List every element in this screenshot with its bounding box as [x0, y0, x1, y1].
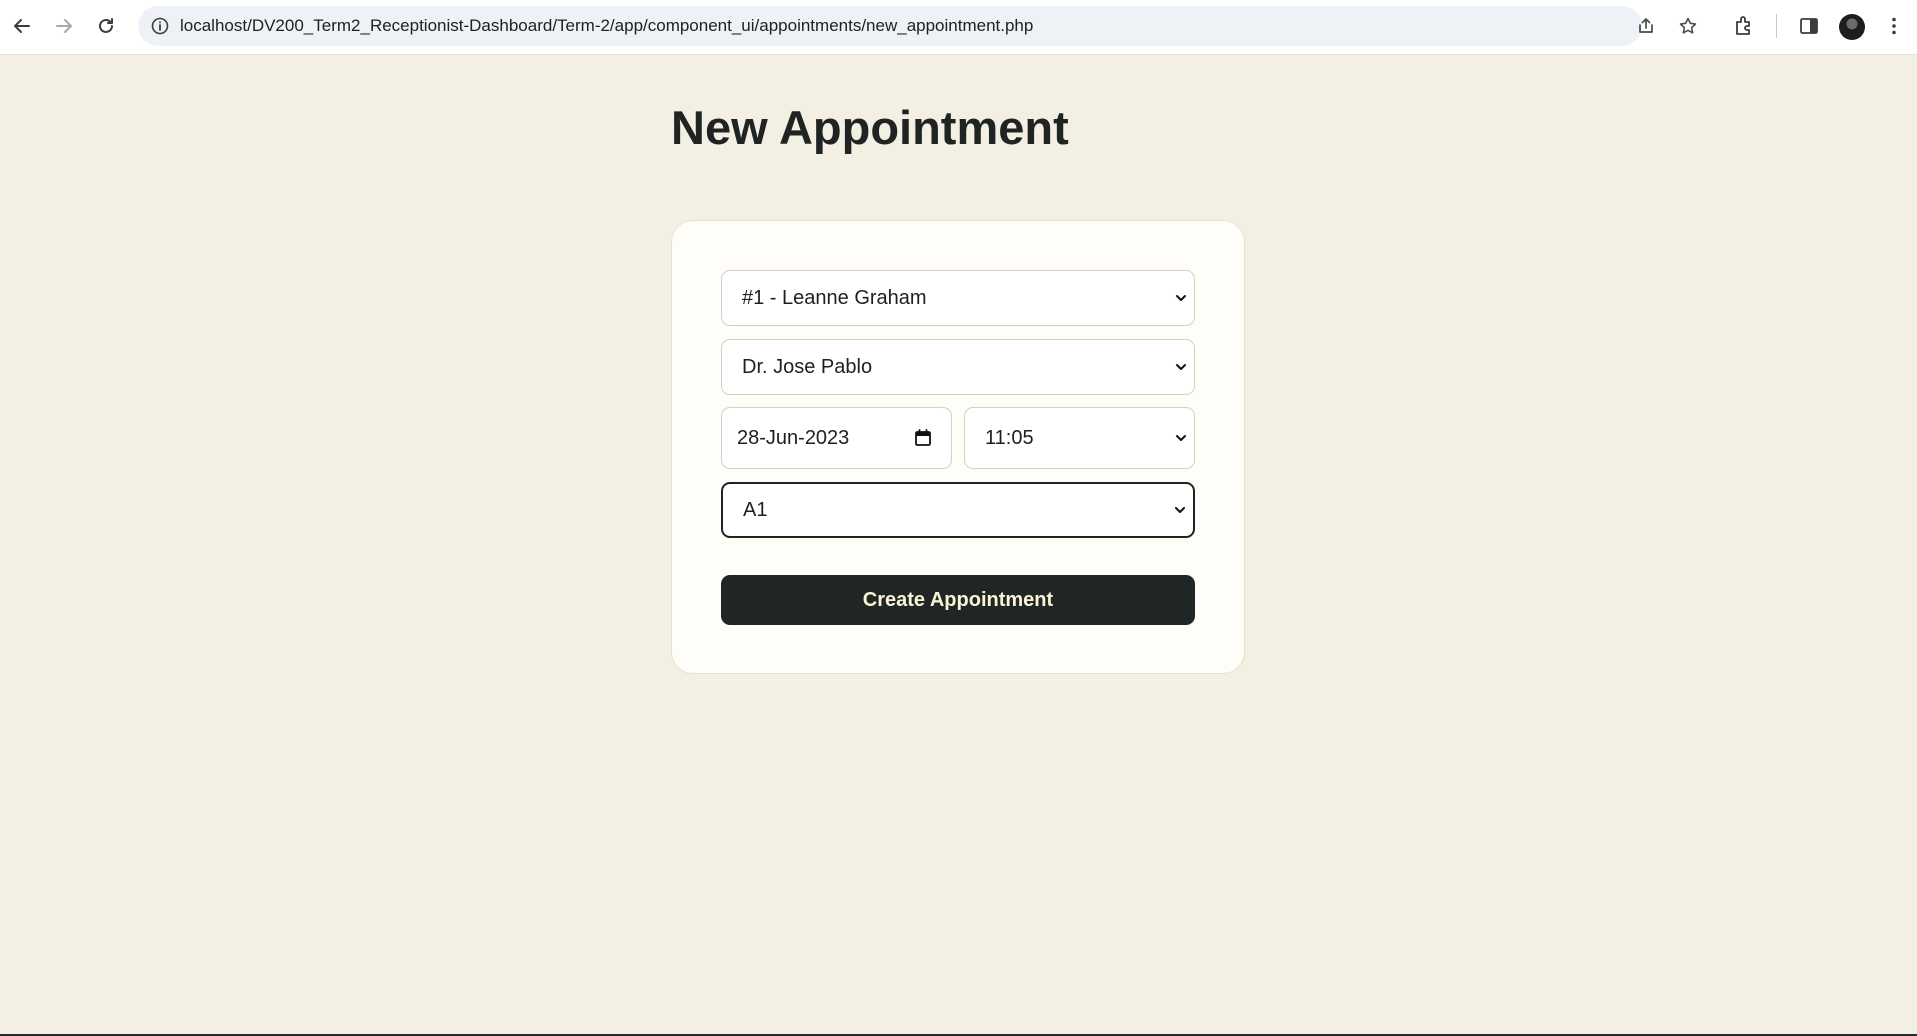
chevron-down-icon: [1176, 295, 1186, 301]
doctor-select-value: Dr. Jose Pablo: [742, 355, 873, 378]
time-select-value: 11:05: [985, 426, 1034, 449]
bookmark-star-icon[interactable]: [1678, 16, 1698, 36]
patient-select-value: #1 - Leanne Graham: [742, 286, 927, 309]
date-input[interactable]: 28-Jun-2023: [721, 407, 952, 469]
reload-button[interactable]: [88, 9, 124, 43]
page-title: New Appointment: [671, 101, 1069, 154]
date-input-value: 28-Jun-2023: [737, 426, 850, 449]
arrow-right-icon: [56, 19, 72, 33]
room-select-value: A1: [743, 498, 768, 521]
profile-avatar[interactable]: [1839, 14, 1865, 40]
url-text: localhost/DV200_Term2_Receptionist-Dashb…: [180, 16, 1034, 35]
time-select[interactable]: 11:05: [964, 407, 1195, 469]
chevron-down-icon: [1175, 507, 1185, 513]
reload-icon: [99, 18, 113, 33]
more-menu-icon[interactable]: [1882, 14, 1906, 38]
calendar-icon[interactable]: [913, 428, 933, 448]
doctor-select[interactable]: Dr. Jose Pablo: [721, 339, 1195, 395]
site-info-icon[interactable]: [150, 16, 170, 36]
browser-toolbar: localhost/DV200_Term2_Receptionist-Dashb…: [0, 0, 1917, 55]
chevron-down-icon: [1176, 364, 1186, 370]
room-select[interactable]: A1: [721, 482, 1195, 538]
address-bar[interactable]: localhost/DV200_Term2_Receptionist-Dashb…: [138, 6, 1697, 46]
toolbar-divider: [1776, 14, 1777, 38]
side-panel-icon[interactable]: [1797, 14, 1821, 38]
chevron-down-icon: [1176, 435, 1186, 441]
arrow-left-icon: [14, 19, 30, 33]
share-icon[interactable]: [1636, 16, 1656, 36]
patient-select[interactable]: #1 - Leanne Graham: [721, 270, 1195, 326]
forward-button[interactable]: [46, 9, 82, 43]
back-button[interactable]: [4, 9, 40, 43]
create-appointment-button[interactable]: Create Appointment: [721, 575, 1195, 625]
extensions-icon[interactable]: [1733, 14, 1757, 38]
